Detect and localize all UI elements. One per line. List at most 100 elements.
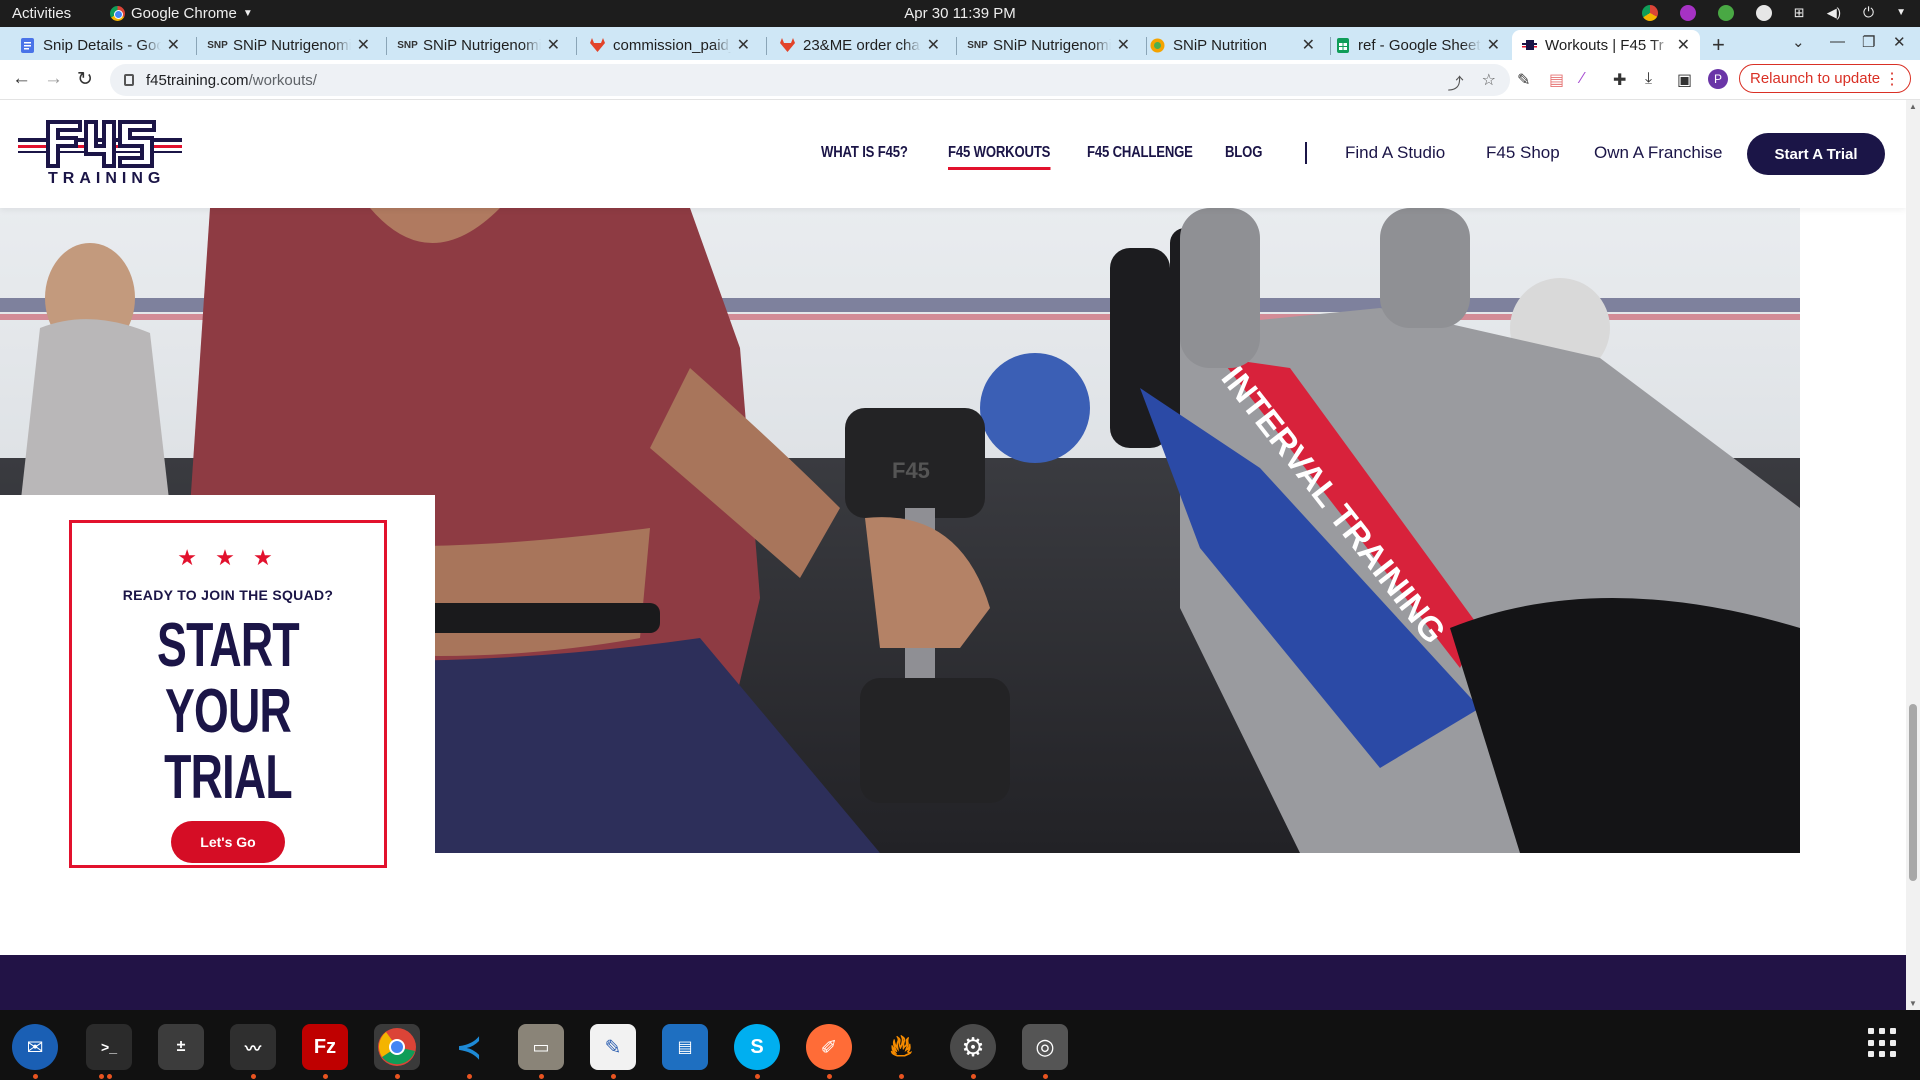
page-scrollbar[interactable]: ▲ ▼ [1906, 100, 1920, 1010]
power-icon[interactable]: ⏻ [1863, 4, 1874, 21]
tab-title: Snip Details - Goog [43, 36, 161, 54]
tab[interactable]: SNiP Nutrition ✕ [1140, 30, 1325, 60]
close-icon[interactable]: ✕ [1302, 35, 1315, 55]
vscode-icon[interactable]: ≺ [446, 1024, 492, 1079]
tab[interactable]: ref - Google Sheet ✕ [1325, 30, 1510, 60]
close-icon[interactable]: ✕ [357, 35, 370, 55]
libreoffice-writer-icon[interactable]: ▤ [662, 1024, 708, 1070]
system-tray[interactable]: ⊞ ◀) ⏻ ▼ [1641, 4, 1906, 21]
sheets-icon [1335, 37, 1350, 53]
bookmark-star-icon[interactable]: ☆ [1482, 70, 1496, 94]
download-icon[interactable]: ⤓ [1645, 70, 1652, 88]
chrome-icon[interactable] [374, 1024, 420, 1079]
card-headline: START YOUR TRIAL [116, 613, 341, 811]
address-bar[interactable]: f45training.com/workouts/ ⤴ ☆ [110, 64, 1510, 96]
scrollbar-thumb[interactable] [1909, 704, 1917, 881]
show-applications-icon[interactable] [1868, 1028, 1898, 1058]
nav-find-a-studio[interactable]: Find A Studio [1345, 143, 1445, 163]
system-monitor-icon[interactable]: 〰 [230, 1024, 276, 1079]
calculator-icon[interactable]: ± [158, 1024, 204, 1070]
nav-blog[interactable]: BLOG [1225, 144, 1262, 162]
minimize-button[interactable]: — [1830, 33, 1845, 50]
thunderbird-icon[interactable]: ✉ [12, 1024, 58, 1079]
share-icon[interactable]: ⤴ [1448, 70, 1464, 94]
puzzle-extensions-icon[interactable]: ✚ [1613, 70, 1626, 90]
scroll-up-arrow-icon[interactable]: ▲ [1909, 102, 1917, 111]
close-window-button[interactable]: ✕ [1893, 33, 1906, 51]
back-arrow-icon[interactable]: ← [12, 68, 31, 90]
settings-icon[interactable]: ⚙ [950, 1024, 996, 1079]
profile-avatar[interactable]: P [1708, 69, 1728, 89]
forward-arrow-icon[interactable]: → [44, 68, 63, 90]
close-icon[interactable]: ✕ [547, 35, 560, 55]
close-icon[interactable]: ✕ [167, 35, 180, 55]
nav-own-a-franchise[interactable]: Own A Franchise [1594, 143, 1723, 163]
footer-band [0, 955, 1906, 1010]
close-icon[interactable]: ✕ [927, 35, 940, 55]
tab[interactable]: SNP SNiP Nutrigenomi ✕ [390, 30, 570, 60]
chevron-down-icon[interactable]: ▼ [1896, 7, 1906, 18]
relaunch-label: Relaunch to update [1750, 70, 1881, 87]
relaunch-to-update-button[interactable]: Relaunch to update ⋮ [1739, 64, 1912, 93]
terminal-icon[interactable]: >_ [86, 1024, 132, 1079]
close-icon[interactable]: ✕ [1677, 35, 1690, 55]
card-headline-line-1: START YOUR [157, 611, 300, 746]
network-icon[interactable]: ⊞ [1794, 5, 1805, 21]
postman-icon[interactable]: ✐ [806, 1024, 852, 1079]
snip-nutrition-icon [1150, 38, 1165, 53]
files-icon[interactable]: ▭ [518, 1024, 564, 1079]
ubuntu-dock: ✉ >_ ± 〰 Fz ≺ ▭ ✎ ▤ S ✐ 🔥︎ ⚙ ◎ [0, 1010, 1920, 1080]
pen-extension-icon[interactable]: ⁄ [1581, 70, 1584, 88]
lock-icon[interactable] [124, 74, 134, 86]
calendar-extension-icon[interactable]: ▤ [1549, 70, 1564, 90]
nav-f45-challenge[interactable]: F45 CHALLENGE [1087, 144, 1193, 162]
colorpicker-tray-icon[interactable] [1679, 4, 1696, 21]
nav-what-is-f45[interactable]: WHAT IS F45? [821, 144, 908, 162]
activities-button[interactable]: Activities [12, 5, 71, 22]
url-host: f45training.com [146, 71, 249, 89]
tab[interactable]: SNP SNiP Nutrigenomi ✕ [200, 30, 380, 60]
scroll-down-arrow-icon[interactable]: ▼ [1909, 999, 1917, 1008]
text-editor-icon[interactable]: ✎ [590, 1024, 636, 1079]
eyedropper-extension-icon[interactable]: ✎ [1517, 70, 1530, 90]
card-headline-line-2: TRIAL [164, 743, 293, 812]
chrome-tray-icon[interactable] [1641, 4, 1658, 21]
tab-search-chevron-icon[interactable]: ⌄ [1792, 33, 1805, 51]
tab-title: 23&ME order chan [803, 36, 921, 54]
nav-divider [1305, 142, 1307, 164]
reload-icon[interactable]: ↻ [77, 68, 93, 91]
gitlab-icon [590, 38, 605, 53]
start-a-trial-button[interactable]: Start A Trial [1747, 133, 1885, 175]
close-icon[interactable]: ✕ [1487, 35, 1500, 55]
tab[interactable]: 23&ME order chan ✕ [770, 30, 950, 60]
tab-title: SNiP Nutrigenomi [423, 36, 541, 54]
nav-f45-shop[interactable]: F45 Shop [1486, 143, 1560, 163]
f45-logo[interactable]: TRAINING [18, 120, 182, 190]
lets-go-button[interactable]: Let's Go [171, 821, 285, 863]
tab[interactable]: Snip Details - Goog ✕ [10, 30, 190, 60]
clock[interactable]: Apr 30 11:39 PM [904, 5, 1015, 22]
lightning-icon[interactable]: 🔥︎ [878, 1024, 924, 1079]
close-icon[interactable]: ✕ [1117, 35, 1130, 55]
filezilla-icon[interactable]: Fz [302, 1024, 348, 1079]
tab[interactable]: commission_paid_ ✕ [580, 30, 760, 60]
tab[interactable]: SNP SNiP Nutrigenomi ✕ [960, 30, 1140, 60]
update-tray-icon[interactable] [1717, 4, 1734, 21]
nav-f45-workouts[interactable]: F45 WORKOUTS [948, 144, 1050, 170]
snip-icon: SNP [207, 39, 228, 51]
tab-active[interactable]: Workouts | F45 Tr ✕ [1512, 30, 1700, 60]
vpn-tray-icon[interactable] [1755, 4, 1772, 21]
disk-icon[interactable]: ◎ [1022, 1024, 1068, 1079]
dumbbell-mark: F45 [892, 458, 930, 483]
browser-toolbar: ← → ↻ f45training.com/workouts/ ⤴ ☆ ✎ ▤ … [0, 60, 1920, 100]
skype-icon[interactable]: S [734, 1024, 780, 1079]
new-tab-button[interactable]: + [1712, 32, 1725, 58]
app-menu[interactable]: Google Chrome ▼ [110, 5, 253, 22]
side-panel-icon[interactable]: ▣ [1677, 70, 1692, 90]
close-icon[interactable]: ✕ [737, 35, 750, 55]
more-menu-icon[interactable]: ⋮ [1884, 69, 1900, 89]
docs-icon [20, 37, 35, 53]
volume-icon[interactable]: ◀) [1827, 5, 1841, 21]
chevron-down-icon: ▼ [242, 8, 253, 19]
maximize-button[interactable]: ❐ [1862, 33, 1875, 51]
